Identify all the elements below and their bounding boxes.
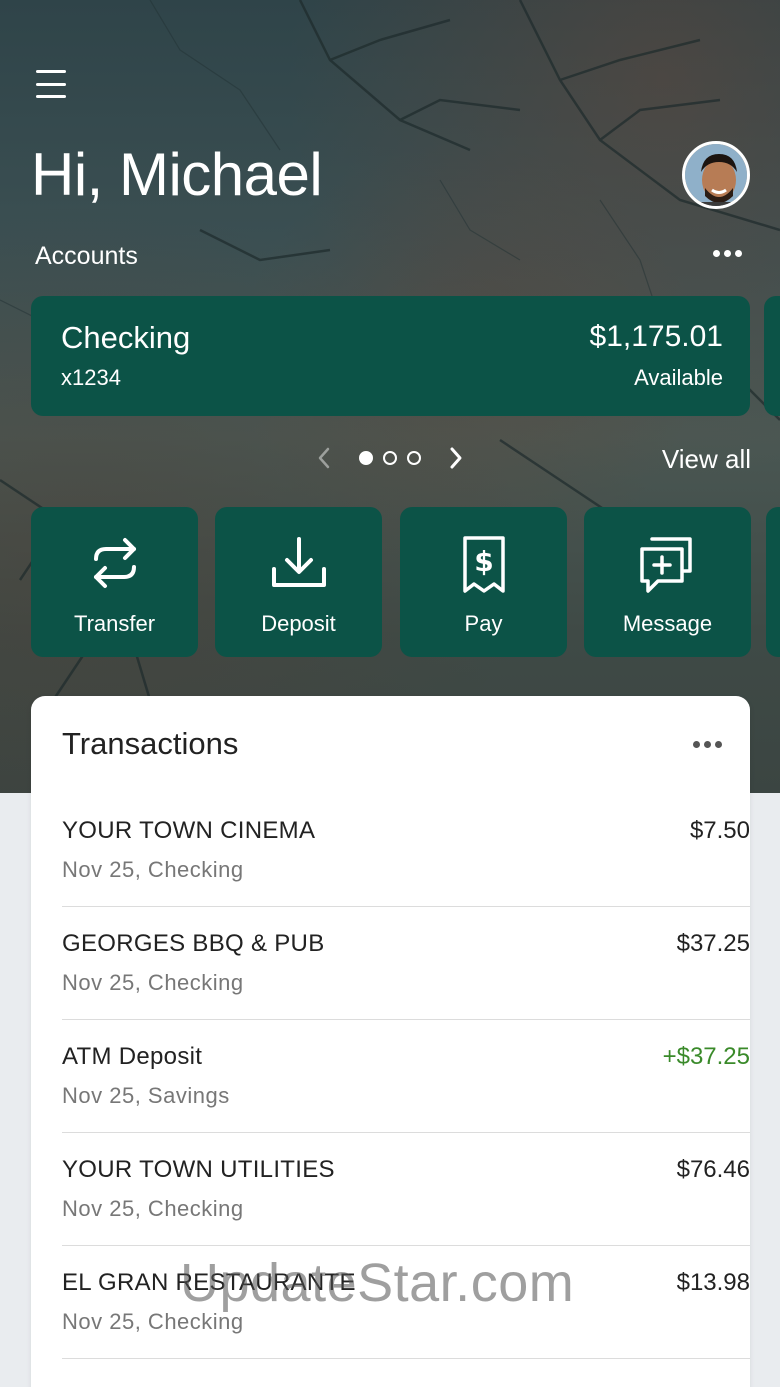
hero-background: Hi, Michael Accounts Checking x1234 $1,1…	[0, 0, 780, 793]
transfer-label: Transfer	[73, 611, 156, 636]
transaction-amount: $7.50	[689, 817, 750, 844]
more-dot	[693, 741, 700, 748]
svg-text:$: $	[474, 545, 493, 578]
pager-dot-1[interactable]	[359, 451, 373, 465]
menu-icon-bar	[36, 95, 66, 98]
pager-dot-2[interactable]	[383, 451, 397, 465]
transaction-detail: Nov 25, Checking	[62, 1196, 244, 1221]
transaction-detail: Nov 25, Checking	[62, 857, 244, 882]
transfer-icon	[93, 538, 136, 588]
chevron-right-icon[interactable]	[444, 444, 468, 472]
greeting-title: Hi, Michael	[31, 141, 323, 208]
account-balance: $1,175.01	[589, 320, 723, 353]
transaction-amount: $37.25	[676, 930, 750, 957]
checking-account-card[interactable]: Checking x1234 $1,175.01 Available	[31, 296, 750, 416]
transaction-amount: +$37.25	[662, 1043, 750, 1070]
more-dot	[713, 250, 720, 257]
transaction-detail: Nov 25, Checking	[62, 970, 244, 995]
transaction-name: ATM Deposit	[62, 1043, 203, 1070]
next-action-peek[interactable]	[766, 507, 780, 657]
transaction-detail: Nov 25, Checking	[62, 1309, 244, 1334]
transaction-row[interactable]: ATM Deposit Nov 25, Savings +$37.25	[62, 1020, 750, 1133]
account-balance-label: Available	[634, 365, 723, 390]
account-pager	[312, 444, 468, 472]
accounts-label: Accounts	[35, 242, 138, 270]
transaction-amount: $76.46	[676, 1156, 750, 1183]
account-number: x1234	[61, 365, 121, 390]
transaction-amount: $13.98	[676, 1269, 750, 1296]
transaction-row[interactable]: EL GRAN RESTAURANTE Nov 25, Checking $13…	[62, 1246, 750, 1359]
pay-label: Pay	[464, 611, 503, 636]
transaction-name: YOUR TOWN UTILITIES	[62, 1156, 335, 1183]
view-all-accounts-link[interactable]: View all	[662, 444, 751, 475]
hamburger-menu-button[interactable]	[36, 70, 70, 98]
transaction-name: GEORGES BBQ & PUB	[62, 930, 325, 957]
avatar[interactable]	[682, 141, 750, 209]
transactions-card: Transactions YOUR TOWN CINEMA Nov 25, Ch…	[31, 696, 750, 1387]
next-account-card-peek[interactable]	[764, 296, 780, 416]
accounts-more-options-button[interactable]	[713, 250, 742, 257]
message-label: Message	[622, 611, 713, 636]
pay-button[interactable]: $ Pay	[400, 507, 567, 657]
deposit-icon	[271, 537, 326, 587]
menu-icon-bar	[36, 70, 66, 73]
message-icon	[639, 537, 692, 593]
pager-dot-3[interactable]	[407, 451, 421, 465]
account-name: Checking	[61, 320, 191, 355]
deposit-button[interactable]: Deposit	[215, 507, 382, 657]
chevron-left-icon[interactable]	[312, 444, 336, 472]
transaction-name: EL GRAN RESTAURANTE	[62, 1269, 356, 1296]
menu-icon-bar	[36, 82, 66, 86]
message-button[interactable]: Message	[584, 507, 751, 657]
more-dot	[704, 741, 711, 748]
transaction-row[interactable]: YOUR TOWN UTILITIES Nov 25, Checking $76…	[62, 1133, 750, 1246]
transfer-button[interactable]: Transfer	[31, 507, 198, 657]
more-dot	[724, 250, 731, 257]
deposit-label: Deposit	[261, 611, 336, 636]
pay-bill-icon: $	[462, 536, 505, 593]
transactions-title: Transactions	[62, 726, 239, 761]
transaction-row[interactable]: GEORGES BBQ & PUB Nov 25, Checking $37.2…	[62, 907, 750, 1020]
transaction-row[interactable]: YOUR TOWN CINEMA Nov 25, Checking $7.50	[62, 794, 750, 907]
more-dot	[715, 741, 722, 748]
transaction-detail: Nov 25, Savings	[62, 1083, 230, 1108]
transaction-name: YOUR TOWN CINEMA	[62, 817, 316, 844]
transactions-list: YOUR TOWN CINEMA Nov 25, Checking $7.50 …	[62, 794, 750, 1359]
more-dot	[735, 250, 742, 257]
transactions-more-options-button[interactable]	[693, 741, 722, 748]
